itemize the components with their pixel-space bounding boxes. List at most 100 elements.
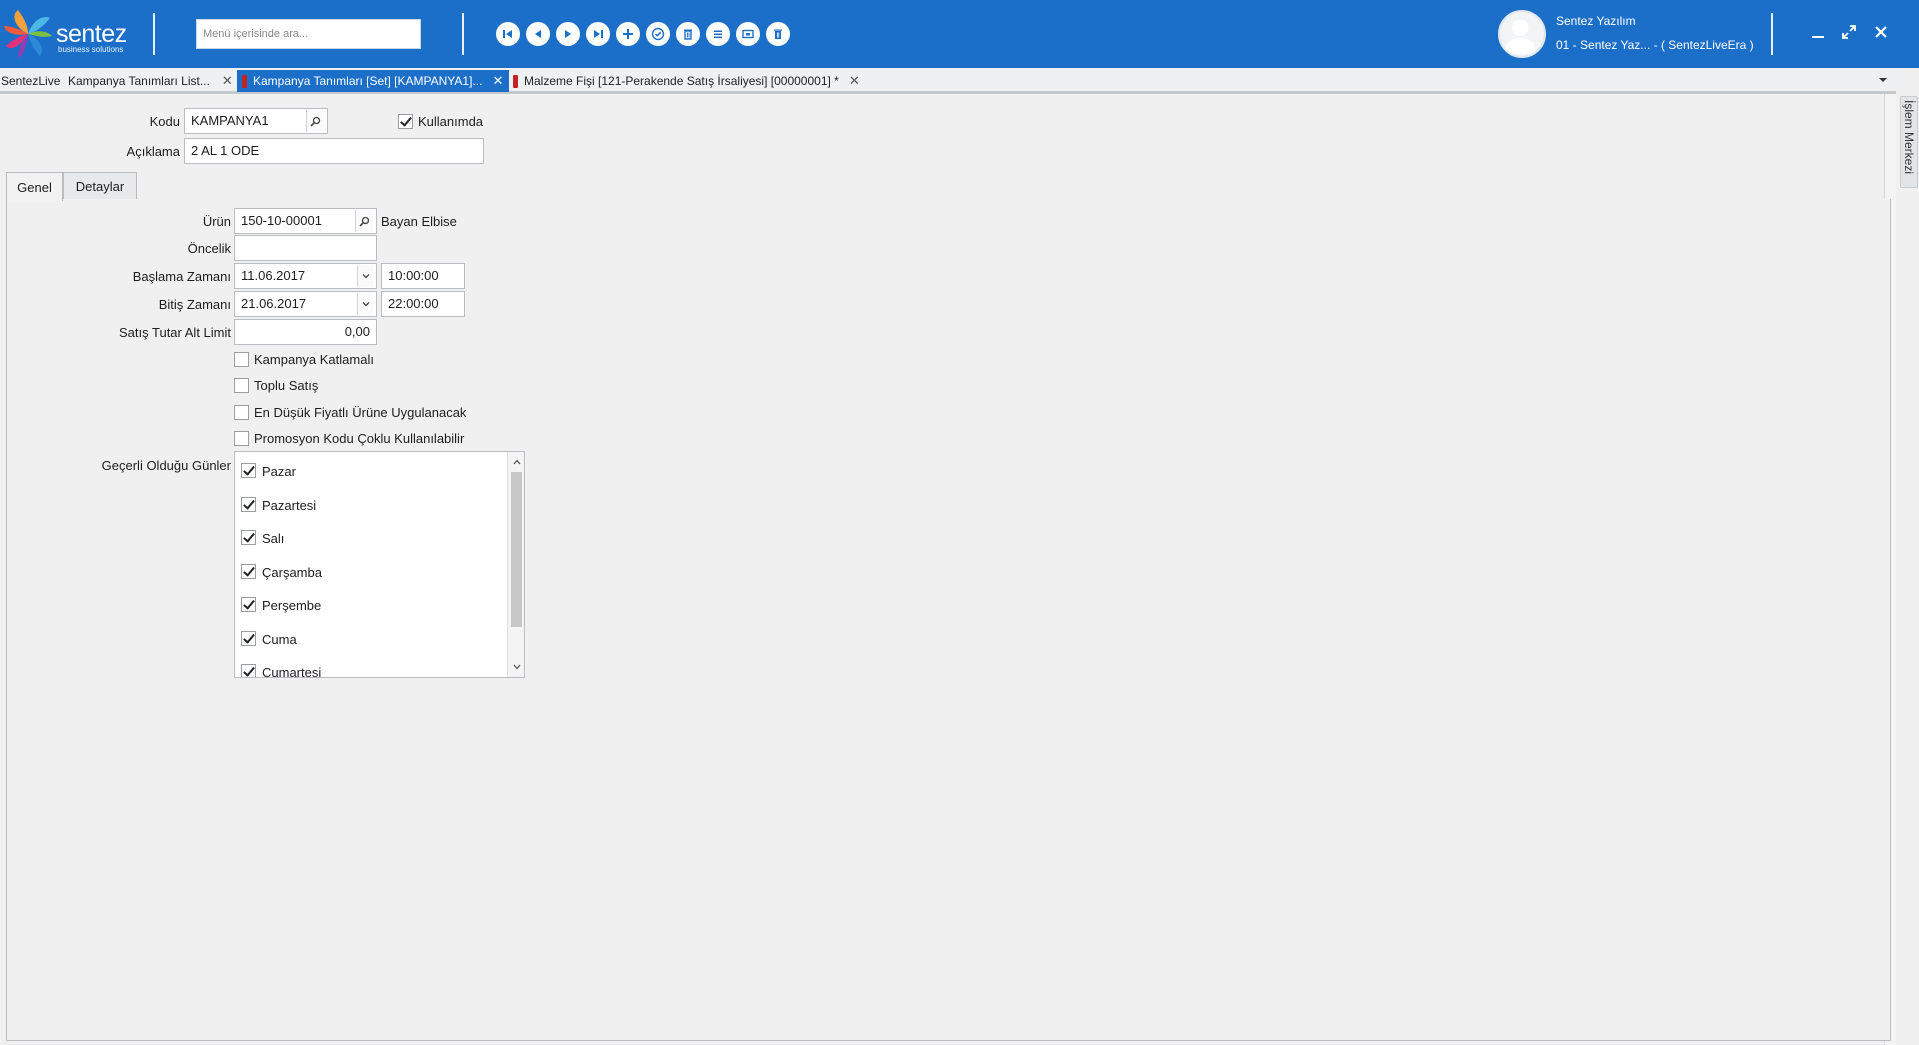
- window-button[interactable]: [736, 22, 760, 46]
- oncelik-field[interactable]: [234, 235, 377, 261]
- day-checkbox[interactable]: [241, 530, 256, 545]
- urun-field[interactable]: 150-10-00001: [234, 208, 377, 234]
- list-button[interactable]: [706, 22, 730, 46]
- sentez-logo[interactable]: sentez business solutions: [2, 6, 152, 62]
- baslama-date-field[interactable]: 11.06.2017: [234, 263, 377, 289]
- baslama-time-field[interactable]: 10:00:00: [381, 263, 465, 289]
- day-checkbox[interactable]: [241, 597, 256, 612]
- list-item[interactable]: Cuma: [241, 629, 501, 651]
- add-icon: [623, 29, 633, 39]
- tab-genel[interactable]: Genel: [6, 172, 63, 201]
- tab-home-label: SentezLive: [1, 74, 61, 88]
- kodu-value: KAMPANYA1: [191, 113, 269, 128]
- tab-kampanya-set[interactable]: Kampanya Tanımları [Set] [KAMPANYA1]... …: [237, 70, 510, 92]
- app-header: sentez business solutions Sentez Yazı: [0, 0, 1919, 68]
- list-item[interactable]: Perşembe: [241, 595, 501, 617]
- days-scrollbar[interactable]: [507, 452, 524, 677]
- en-dusuk-fiyat-label: En Düşük Fiyatlı Ürüne Uygulanacak: [254, 405, 467, 420]
- close-tab-icon[interactable]: ✕: [222, 73, 233, 89]
- promosyon-kodu-checkbox[interactable]: [234, 431, 249, 446]
- kodu-field[interactable]: KAMPANYA1: [184, 108, 328, 134]
- tab-kampanya-list[interactable]: Kampanya Tanımları List... ✕: [68, 70, 233, 92]
- close-tab-icon[interactable]: ✕: [849, 73, 860, 89]
- islem-merkezi-label[interactable]: İşlem Merkezi: [1902, 100, 1916, 174]
- satis-tutar-alt-limit-field[interactable]: 0,00: [234, 319, 377, 345]
- tab-home[interactable]: SentezLive: [1, 70, 60, 92]
- urun-value: 150-10-00001: [241, 213, 322, 228]
- list-item[interactable]: Cumartesi: [241, 662, 501, 678]
- add-button[interactable]: [616, 22, 640, 46]
- close-tab-icon[interactable]: ✕: [492, 73, 503, 89]
- kullanimda-checkbox[interactable]: [398, 114, 413, 129]
- window-icon: [742, 29, 754, 39]
- user-avatar-icon: [1503, 19, 1537, 55]
- tab-detaylar[interactable]: Detaylar: [63, 172, 137, 200]
- document-marker-icon: [242, 74, 247, 88]
- next-record-button[interactable]: [556, 22, 580, 46]
- user-avatar[interactable]: [1498, 10, 1546, 58]
- tab-label: Kampanya Tanımları [Set] [KAMPANYA1]...: [253, 74, 483, 88]
- previous-record-button[interactable]: [526, 22, 550, 46]
- kodu-lookup-button[interactable]: [306, 110, 324, 132]
- search-icon: [310, 116, 321, 127]
- urun-name: Bayan Elbise: [381, 214, 457, 229]
- chevron-down-icon: [362, 302, 369, 307]
- minimize-icon: [1812, 36, 1824, 38]
- day-label: Cuma: [262, 632, 297, 647]
- save-button[interactable]: [646, 22, 670, 46]
- day-checkbox[interactable]: [241, 631, 256, 646]
- bitis-date-field[interactable]: 21.06.2017: [234, 291, 377, 317]
- header-divider: [1771, 13, 1773, 55]
- menu-search-input[interactable]: [196, 19, 421, 49]
- minimize-button[interactable]: [1806, 20, 1830, 44]
- tab-malzeme-fisi[interactable]: Malzeme Fişi [121-Perakende Satış İrsali…: [511, 70, 866, 92]
- urun-lookup-button[interactable]: [355, 210, 373, 232]
- promosyon-kodu-label: Promosyon Kodu Çoklu Kullanılabilir: [254, 431, 465, 446]
- tab-genel-label: Genel: [17, 179, 52, 195]
- kodu-label: Kodu: [149, 114, 180, 129]
- satis-tutar-alt-limit-label: Satış Tutar Alt Limit: [119, 325, 231, 340]
- scroll-thumb[interactable]: [511, 472, 522, 627]
- baslama-time-value: 10:00:00: [388, 268, 439, 283]
- bitis-date-value: 21.06.2017: [241, 296, 307, 311]
- save-check-icon: [651, 27, 665, 41]
- delete-button[interactable]: [676, 22, 700, 46]
- tab-label: Malzeme Fişi [121-Perakende Satış İrsali…: [524, 74, 839, 88]
- document-marker-icon: [513, 74, 518, 88]
- day-label: Cumartesi: [262, 665, 322, 678]
- list-item[interactable]: Salı: [241, 528, 501, 550]
- list-item[interactable]: Çarşamba: [241, 562, 501, 584]
- day-checkbox[interactable]: [241, 564, 256, 579]
- tabs-dropdown-icon[interactable]: [1876, 73, 1890, 87]
- bitis-date-dropdown[interactable]: [357, 293, 373, 315]
- last-record-button[interactable]: [586, 22, 610, 46]
- logo-flower-icon: [4, 10, 52, 58]
- bitis-time-field[interactable]: 22:00:00: [381, 291, 465, 317]
- user-company[interactable]: 01 - Sentez Yaz... - ( SentezLiveEra ): [1556, 38, 1754, 52]
- close-button[interactable]: [1869, 20, 1893, 44]
- maximize-button[interactable]: [1837, 20, 1861, 44]
- side-panel: [1896, 88, 1919, 1045]
- toplu-satis-checkbox[interactable]: [234, 378, 249, 393]
- baslama-zamani-label: Başlama Zamanı: [132, 269, 231, 284]
- document-tabs: SentezLive Kampanya Tanımları List... ✕ …: [0, 68, 1900, 94]
- day-label: Pazar: [262, 464, 296, 479]
- gecerli-gunler-list[interactable]: Pazar Pazartesi Salı Çarşamba Perşembe C…: [234, 451, 525, 678]
- en-dusuk-fiyat-checkbox[interactable]: [234, 405, 249, 420]
- trash-icon: [774, 29, 782, 39]
- baslama-date-dropdown[interactable]: [357, 265, 373, 287]
- day-checkbox[interactable]: [241, 463, 256, 478]
- day-checkbox[interactable]: [241, 497, 256, 512]
- trash-button[interactable]: [766, 22, 790, 46]
- list-item[interactable]: Pazartesi: [241, 495, 501, 517]
- list-icon: [714, 30, 722, 38]
- list-item[interactable]: Pazar: [241, 461, 501, 483]
- scroll-down-icon[interactable]: [511, 662, 522, 672]
- header-divider: [153, 13, 155, 55]
- scroll-up-icon[interactable]: [511, 457, 522, 467]
- kampanya-katlamali-checkbox[interactable]: [234, 352, 249, 367]
- day-checkbox[interactable]: [241, 664, 256, 677]
- aciklama-field[interactable]: 2 AL 1 ODE: [184, 138, 484, 164]
- tab-label: Kampanya Tanımları List...: [68, 74, 210, 88]
- first-record-button[interactable]: [496, 22, 520, 46]
